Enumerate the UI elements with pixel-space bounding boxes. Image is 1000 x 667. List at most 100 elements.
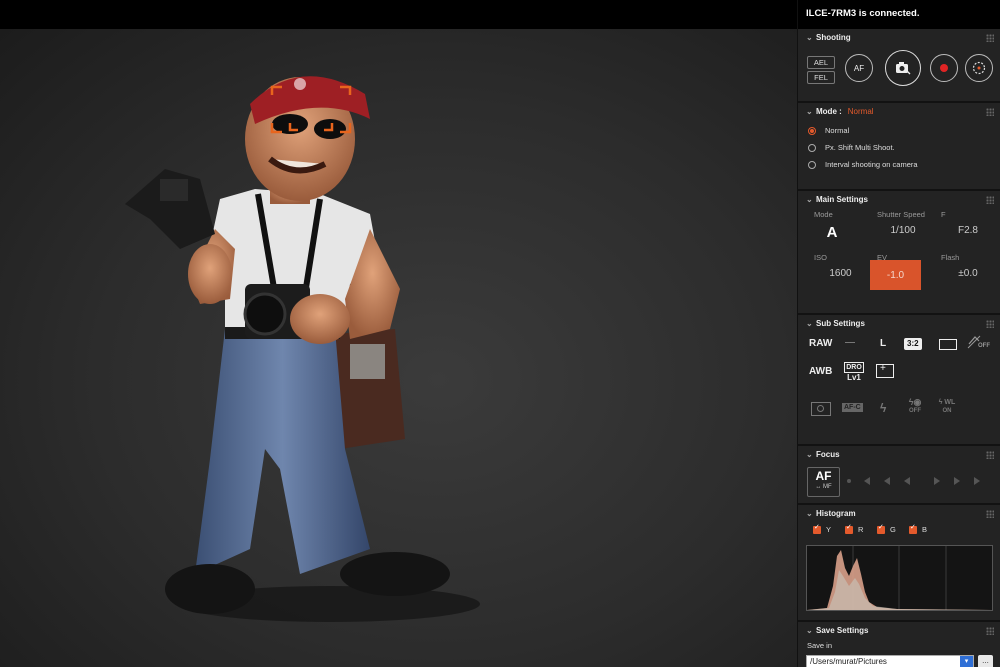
flash-mode-icon[interactable]: ϟ (880, 401, 886, 415)
mf-mode-label: ↔ MF (815, 484, 832, 490)
histogram-plot (807, 546, 992, 610)
af-button[interactable]: AF (845, 54, 873, 82)
flash-comp-value[interactable]: ±0.0 (948, 268, 988, 279)
af-mf-toggle-button[interactable]: AF ↔ MF (807, 467, 840, 497)
browse-folder-button[interactable]: ... (978, 655, 993, 667)
red-eye-off-setting[interactable]: ϟ◉ OFF (904, 398, 926, 416)
wireless-flash-on-label: ON (942, 408, 952, 414)
exposure-mode-value[interactable]: A (818, 224, 846, 241)
chevron-down-icon: ⌄ (806, 195, 813, 204)
mode-current-value: Normal (847, 107, 874, 116)
mode-option-normal[interactable]: Normal (798, 122, 1000, 139)
metering-icon[interactable] (811, 402, 831, 416)
mode-header[interactable]: ⌄ Mode : Normal (798, 103, 1000, 120)
ev-value-box[interactable]: -1.0 (870, 260, 921, 290)
wireless-flash-setting[interactable]: ϟ WL ON (935, 398, 959, 416)
photographer-figurine-image (125, 76, 480, 622)
drag-handle-icon[interactable] (986, 34, 994, 42)
shutter-speed-value[interactable]: 1/100 (878, 225, 928, 236)
af-frame-indicator (270, 85, 352, 134)
ael-button[interactable]: AEL (807, 56, 835, 69)
dash-placeholder: — (845, 337, 855, 348)
camera-control-panel: ILCE-7RM3 is connected. ⌄ Shooting AEL F… (797, 0, 1000, 667)
af-c-mode-value[interactable]: AF-C (842, 403, 863, 412)
focus-section: ⌄ Focus AF ↔ MF (798, 446, 1000, 505)
histogram-r-checkbox[interactable]: R (845, 523, 864, 534)
main-settings-section: ⌄ Main Settings Mode Shutter Speed F A 1… (798, 191, 1000, 315)
self-timer-button[interactable] (965, 54, 993, 82)
sub-settings-section: ⌄ Sub Settings RAW — L 3:2 OFF AWB DRO L (798, 315, 1000, 446)
screen-frame-icon[interactable] (939, 339, 957, 350)
main-settings-header[interactable]: ⌄ Main Settings (798, 191, 1000, 208)
white-balance-value[interactable]: AWB (809, 366, 832, 377)
af-mode-label: AF (815, 469, 832, 483)
channel-r-label: R (858, 525, 864, 534)
mode-option-pixel-shift[interactable]: Px. Shift Multi Shoot. (798, 139, 1000, 156)
histogram-title: Histogram (816, 509, 856, 518)
drag-handle-icon[interactable] (986, 196, 994, 204)
shutter-release-button[interactable] (885, 50, 921, 86)
iso-value[interactable]: 1600 (818, 268, 863, 279)
histogram-y-checkbox[interactable]: Y (813, 523, 831, 534)
aspect-ratio-value[interactable]: 3:2 (904, 338, 922, 350)
focus-header[interactable]: ⌄ Focus (798, 446, 1000, 463)
drag-handle-icon[interactable] (986, 320, 994, 328)
focus-title: Focus (816, 450, 840, 459)
histogram-g-checkbox[interactable]: G (877, 523, 896, 534)
dro-level: Lv1 (847, 373, 861, 382)
wl-label: WL (944, 399, 956, 406)
save-settings-section: ⌄ Save Settings Save in /Users/murat/Pic… (798, 622, 1000, 667)
drag-handle-icon[interactable] (986, 108, 994, 116)
drag-handle-icon[interactable] (986, 451, 994, 459)
mode-label: Mode (814, 210, 833, 219)
af-button-label: AF (853, 63, 865, 73)
checkbox-checked-icon[interactable] (813, 523, 821, 534)
aperture-value[interactable]: F2.8 (948, 225, 988, 236)
checkbox-checked-icon[interactable] (845, 523, 853, 534)
chevron-down-icon[interactable]: ▾ (960, 656, 973, 667)
sub-settings-header[interactable]: ⌄ Sub Settings (798, 315, 1000, 332)
camera-shutter-icon (896, 62, 911, 75)
chevron-down-icon: ⌄ (806, 450, 813, 459)
record-button[interactable] (930, 54, 958, 82)
chevron-down-icon: ⌄ (806, 107, 813, 116)
connection-status: ILCE-7RM3 is connected. (798, 0, 1000, 29)
histogram-b-checkbox[interactable]: B (909, 523, 927, 534)
save-settings-title: Save Settings (816, 626, 869, 635)
checkbox-checked-icon[interactable] (877, 523, 885, 534)
image-size-value[interactable]: L (880, 338, 886, 349)
shooting-title: Shooting (816, 33, 851, 42)
drag-handle-icon[interactable] (986, 627, 994, 635)
main-settings-title: Main Settings (816, 195, 869, 204)
histogram-section: ⌄ Histogram Y R G B (798, 505, 1000, 622)
channel-g-label: G (890, 525, 896, 534)
radio-icon[interactable] (808, 143, 816, 152)
flash-eye-icon: ϟ◉ (908, 397, 922, 407)
radio-icon[interactable] (808, 160, 816, 169)
wireless-flash-top: ϟ WL (938, 399, 956, 406)
shooting-section: ⌄ Shooting AEL FEL AF (798, 29, 1000, 103)
fel-button[interactable]: FEL (807, 71, 835, 84)
live-view-image[interactable] (0, 29, 797, 667)
histogram-header[interactable]: ⌄ Histogram (798, 505, 1000, 522)
creative-style-icon[interactable]: + (876, 363, 894, 378)
chevron-down-icon: ⌄ (806, 33, 813, 42)
metering-dot-icon (817, 405, 824, 412)
mode-option-label: Normal (825, 126, 850, 135)
mf-text: MF (823, 484, 832, 490)
mode-option-interval[interactable]: Interval shooting on camera (798, 156, 1000, 173)
save-in-label: Save in (807, 641, 833, 650)
save-settings-header[interactable]: ⌄ Save Settings (798, 622, 1000, 639)
file-format-value[interactable]: RAW (809, 338, 832, 349)
dro-value[interactable]: DRO Lv1 (844, 362, 864, 382)
focus-step-arrows[interactable] (844, 473, 994, 489)
save-path-select[interactable]: /Users/murat/Pictures (806, 655, 974, 667)
checkbox-checked-icon[interactable] (909, 523, 917, 534)
shooting-header[interactable]: ⌄ Shooting (798, 29, 1000, 46)
live-view[interactable] (0, 0, 797, 667)
radio-selected-icon[interactable] (808, 126, 816, 135)
wireless-off-icon[interactable]: OFF (966, 334, 994, 352)
dro-label: DRO (844, 362, 864, 373)
chevron-down-icon: ⌄ (806, 319, 813, 328)
drag-handle-icon[interactable] (986, 510, 994, 518)
